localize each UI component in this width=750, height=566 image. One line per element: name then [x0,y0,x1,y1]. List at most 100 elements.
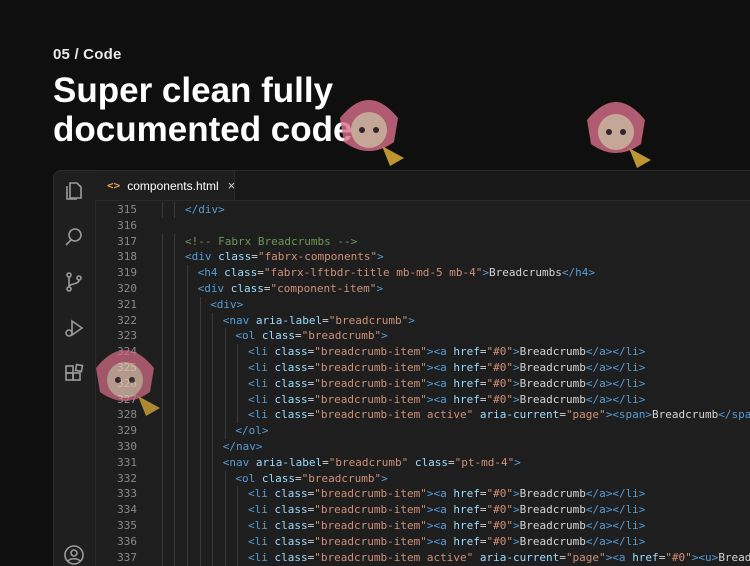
code-line: 316 [95,218,750,234]
code-token: "breadcrumb-item" [314,487,427,501]
code-token: > [512,519,520,532]
close-icon[interactable]: × [228,178,236,193]
line-number: 317 [117,234,137,248]
code-token: "breadcrumb-item" [314,392,427,406]
code-token: > [512,376,520,390]
code-line: 323 <ol class="breadcrumb"> [95,328,750,345]
code-area[interactable]: 315 </div> 316 317 <!-- Fabrx Breadcrumbs --… [95,200,750,566]
code-token: href [453,376,480,390]
indent-guide [199,407,201,424]
indent-guide [212,391,214,408]
indent-guide [212,328,214,345]
indent-guide [199,375,201,392]
indent-guide [237,518,239,534]
indent-guide [161,518,163,534]
code-token: <li [248,534,275,548]
code-token: </a></li> [585,503,646,517]
indent-guide [224,470,226,487]
indent-guide [224,486,226,503]
line-number: 337 [117,550,137,564]
code-token: "breadcrumb-item" [314,519,427,532]
indent-guide [199,454,201,471]
indent-guide [212,486,214,503]
html-file-icon: <> [107,179,121,192]
code-token: > [512,534,520,548]
code-token: href [453,487,480,501]
indent-guide [199,296,201,313]
indent-guide [187,486,188,503]
code-token: class [224,266,258,280]
code-token: class [218,250,252,264]
indent-guide [161,533,163,550]
indent-guide [224,549,226,566]
code-token: "component-item" [270,282,377,295]
indent-guide [174,375,176,392]
code-token: Breadcrumb [519,392,586,406]
code-text: </nav> [223,439,263,455]
line-number: 318 [117,250,137,264]
tab-components-html[interactable]: <> components.html × [95,171,235,200]
line-number: 321 [117,297,137,311]
code-line: 335 <li class="breadcrumb-item"><a href="… [95,518,750,534]
indent-guide [174,423,176,440]
line-number: 315 [117,203,137,216]
code-line: 318 <div class="fabrx-components"> [95,249,750,266]
section-header: 05 / Code Super clean fully documented c… [53,46,352,149]
code-token: "#0" [486,519,513,532]
extensions-icon[interactable] [63,363,85,385]
code-token: ><a [426,376,454,390]
code-token: <li [248,392,275,406]
indent-guide [187,360,188,376]
code-token: href [453,361,480,374]
line-number: 322 [117,313,137,327]
code-token: class [414,455,449,469]
indent-guide [212,407,214,424]
code-text: <div> [210,297,243,313]
indent-guide [199,328,201,345]
indent-guide [212,502,214,519]
code-token: Breadcrumb [519,376,586,390]
code-token: "breadcrumb" [328,313,409,327]
indent-guide [199,312,201,329]
indent-guide [224,423,226,440]
code-text: <li class = "breadcrumb-item active" aria-… [248,550,750,566]
code-line: 315 </div> [95,202,750,218]
editor-tab-bar: <> components.html × [95,171,750,201]
code-text: <li class="breadcrumb-item"><a href="#0"… [248,502,645,518]
code-token: href [453,503,480,517]
indent-guide [199,360,201,376]
code-token: ><a [426,534,454,548]
indent-guide [174,265,176,282]
code-token: <li [248,361,275,374]
indent-guide [199,502,201,519]
code-token: > [381,329,388,343]
code-token: Breadcrumb [718,550,750,564]
code-token: href [453,534,480,548]
indent-guide [174,407,176,424]
code-token: </a></li> [585,345,646,359]
indent-guide [161,454,163,471]
indent-guide [187,281,188,297]
code-token: href [453,345,480,359]
indent-guide [199,344,201,361]
search-icon[interactable] [63,226,85,248]
line-number: 331 [117,455,137,469]
indent-guide [161,249,163,266]
code-token: aria-label [255,455,323,469]
code-line: 329 </ol> [95,423,750,440]
code-token: ><a [605,550,633,564]
indent-guide [174,360,176,376]
mascot-watermark-icon [96,350,160,416]
code-token: class [274,534,308,548]
code-token: <div [197,282,231,295]
indent-guide [174,454,176,471]
code-token: </ol> [235,424,269,438]
source-control-icon[interactable] [63,271,85,293]
account-icon[interactable] [63,544,85,566]
files-icon[interactable] [63,180,85,202]
indent-guide [174,233,176,250]
run-debug-icon[interactable] [63,317,85,339]
code-token: > [376,282,384,295]
